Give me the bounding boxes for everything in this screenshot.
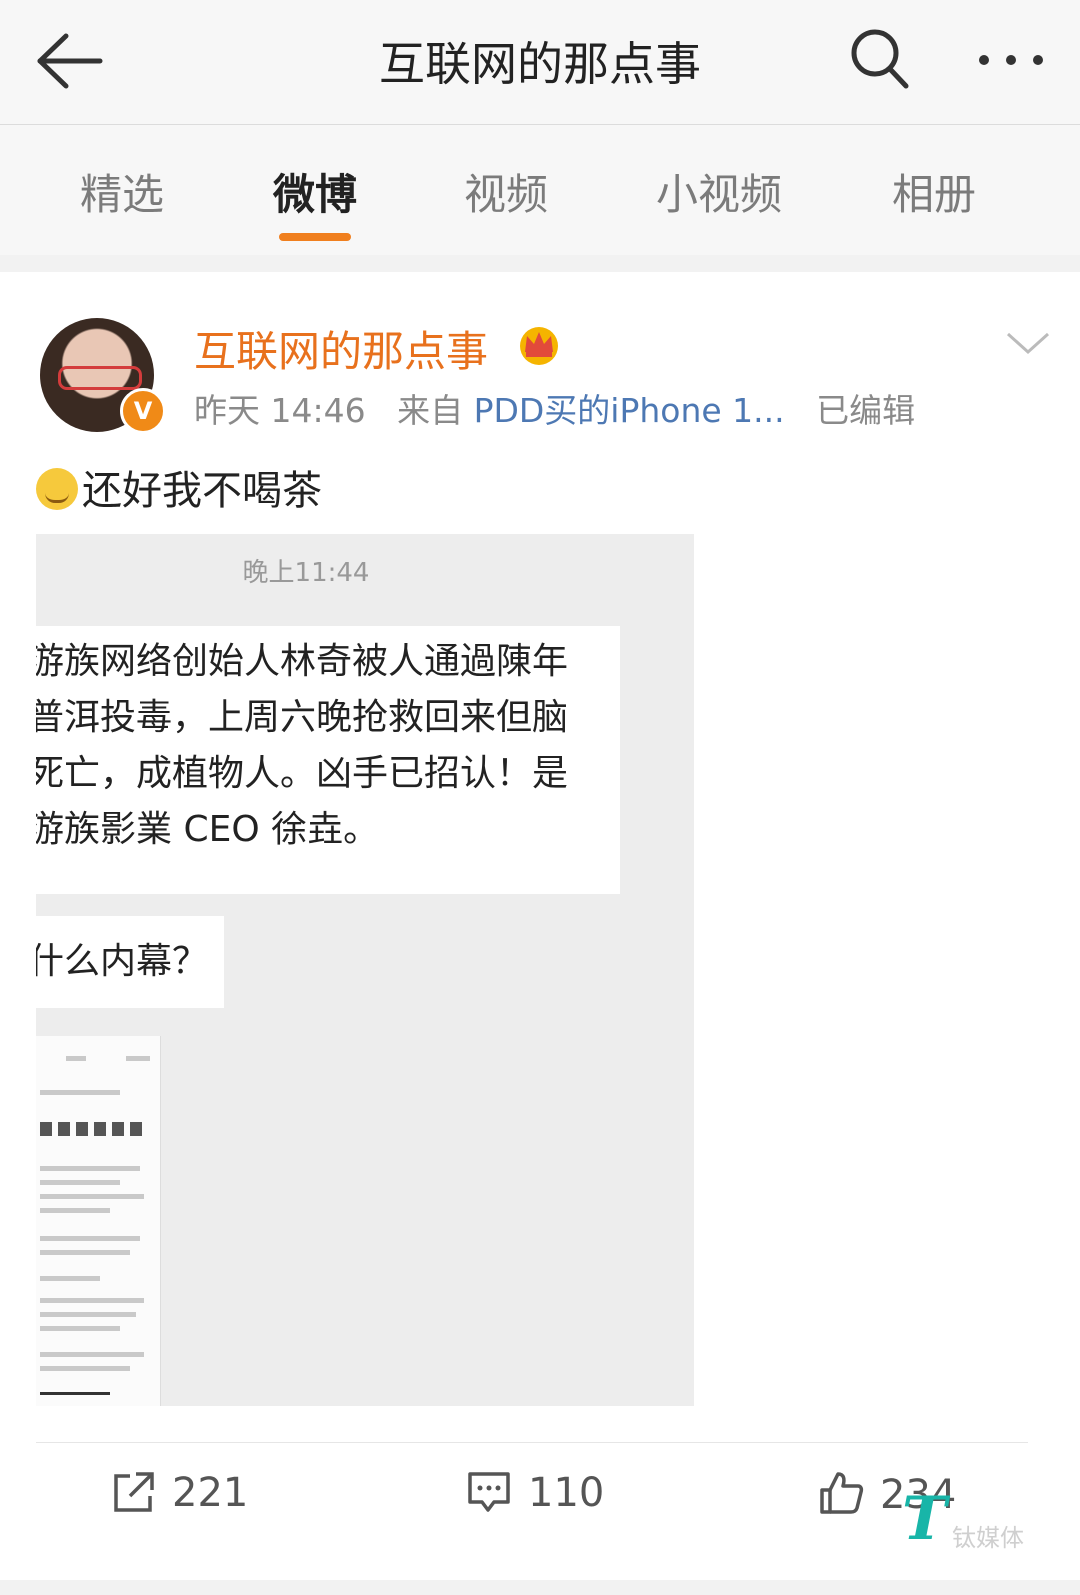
chat-line: 游族影業 CEO 徐垚。 — [36, 809, 380, 850]
comment-icon — [468, 1472, 510, 1512]
thumbs-up-icon — [820, 1472, 864, 1514]
chevron-down-icon[interactable] — [1004, 328, 1052, 358]
comment-count: 110 — [528, 1470, 605, 1516]
tab-featured[interactable]: 精选 — [80, 161, 164, 222]
repost-count: 221 — [172, 1470, 249, 1516]
tab-weibo[interactable]: 微博 — [273, 161, 357, 241]
username[interactable]: 互联网的那点事 — [194, 318, 488, 379]
more-icon[interactable] — [976, 46, 1046, 74]
edited-label: 已编辑 — [816, 391, 916, 430]
comment-button[interactable]: 110 — [466, 1470, 604, 1516]
repost-button[interactable]: 221 — [112, 1470, 248, 1516]
share-icon — [114, 1472, 154, 1512]
post-card: V 互联网的那点事 昨天 14:46 来自 PDD买的iPhone 1... 已… — [0, 272, 1080, 1580]
crown-icon — [520, 327, 558, 365]
chat-bubble: 什么内幕？ — [36, 916, 224, 1008]
post-meta: 昨天 14:46 来自 PDD买的iPhone 1... 已编辑 — [194, 384, 915, 432]
emoji-icon — [36, 468, 78, 510]
tab-short-video[interactable]: 小视频 — [656, 161, 782, 222]
chat-line: 普洱投毒，上周六晚抢救回来但脑 — [36, 697, 569, 738]
post-text: 还好我不喝茶 — [36, 458, 322, 516]
post-image[interactable]: 晚上11:44 游族网络创始人林奇被人通過陳年 普洱投毒，上周六晚抢救回来但脑 … — [36, 534, 694, 1406]
top-bar: 互联网的那点事 — [0, 0, 1080, 125]
page-title: 互联网的那点事 — [379, 37, 701, 91]
embedded-screenshot — [36, 1036, 161, 1406]
feed-gap — [0, 1580, 1080, 1595]
post-time: 昨天 14:46 — [194, 391, 366, 430]
chat-time: 晚上11:44 — [242, 558, 370, 588]
post-source[interactable]: PDD买的iPhone 1... — [474, 391, 785, 430]
tab-video[interactable]: 视频 — [464, 161, 548, 222]
search-icon[interactable] — [848, 26, 910, 92]
tab-album[interactable]: 相册 — [892, 161, 976, 222]
watermark-logo: T 钛媒体 — [902, 1484, 1024, 1554]
chat-line: 死亡，成植物人。凶手已招认！是 — [36, 753, 569, 794]
chat-line: 游族网络创始人林奇被人通過陳年 — [36, 641, 569, 682]
divider — [36, 1442, 1028, 1443]
tab-active-indicator — [279, 233, 351, 241]
chat-bubble: 游族网络创始人林奇被人通過陳年 普洱投毒，上周六晚抢救回来但脑 死亡，成植物人。… — [36, 626, 620, 894]
profile-tabs: 精选 微博 视频 小视频 相册 — [0, 125, 1080, 255]
from-label: 来自 — [397, 391, 464, 430]
verified-badge: V — [120, 388, 166, 434]
